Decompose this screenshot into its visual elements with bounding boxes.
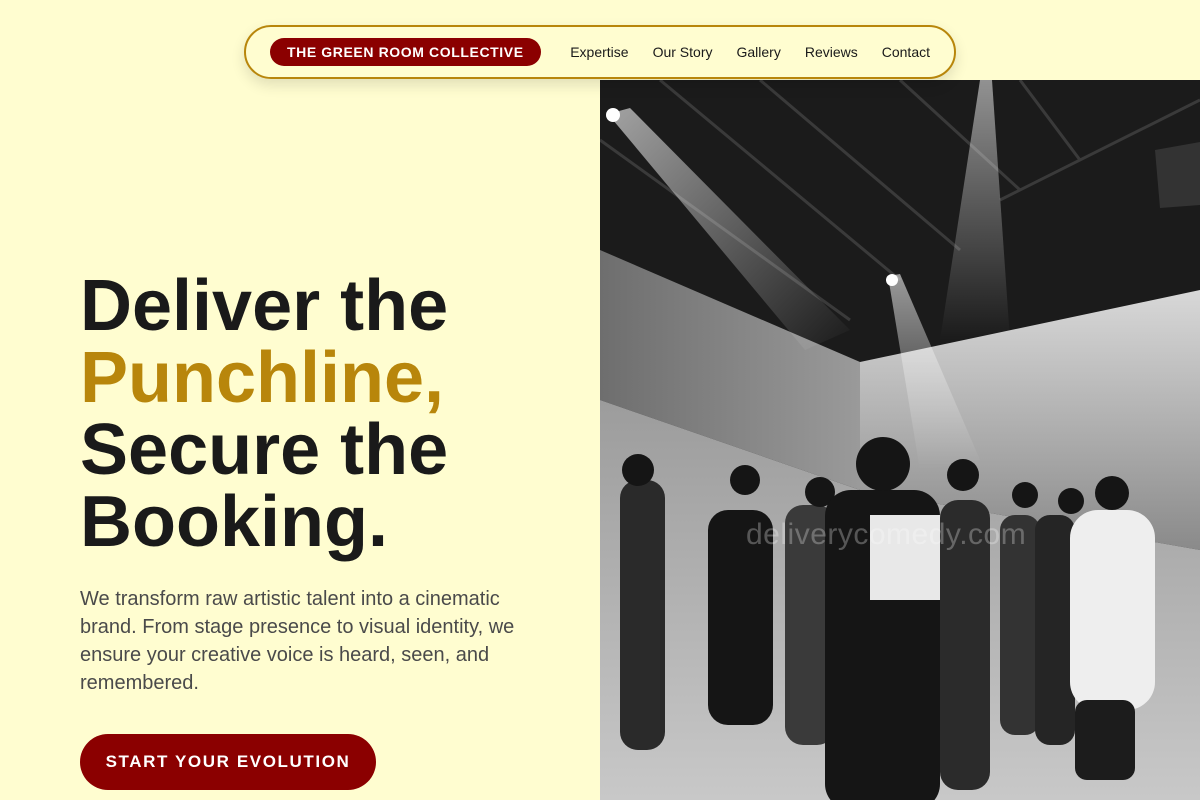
nav-link-our-story[interactable]: Our Story	[653, 44, 713, 60]
stage-light	[886, 274, 898, 286]
hero-subtext: We transform raw artistic talent into a …	[80, 588, 515, 694]
hero-photo-illustration	[600, 80, 1200, 800]
hero-headline: Deliver the Punchline, Secure the Bookin…	[80, 270, 560, 558]
start-evolution-button[interactable]: START YOUR EVOLUTION	[80, 734, 376, 790]
brand-logo[interactable]: THE GREEN ROOM COLLECTIVE	[270, 38, 541, 66]
nav-link-expertise[interactable]: Expertise	[570, 44, 628, 60]
wall-sign	[1155, 142, 1200, 208]
hero-section: Deliver the Punchline, Secure the Bookin…	[80, 270, 560, 697]
nav-links: Expertise Our Story Gallery Reviews Cont…	[570, 44, 930, 60]
hero-photo: deliverycomedy.com	[600, 80, 1200, 800]
stage-light	[606, 108, 620, 122]
headline-line-3: Secure the	[80, 410, 449, 490]
top-nav: THE GREEN ROOM COLLECTIVE Expertise Our …	[244, 25, 956, 79]
photo-watermark: deliverycomedy.com	[746, 518, 1027, 551]
headline-line-4: Booking.	[80, 482, 388, 562]
headline-line-1: Deliver the	[80, 266, 449, 346]
nav-link-gallery[interactable]: Gallery	[736, 44, 780, 60]
nav-link-contact[interactable]: Contact	[882, 44, 930, 60]
headline-accent: Punchline,	[80, 338, 445, 418]
nav-link-reviews[interactable]: Reviews	[805, 44, 858, 60]
